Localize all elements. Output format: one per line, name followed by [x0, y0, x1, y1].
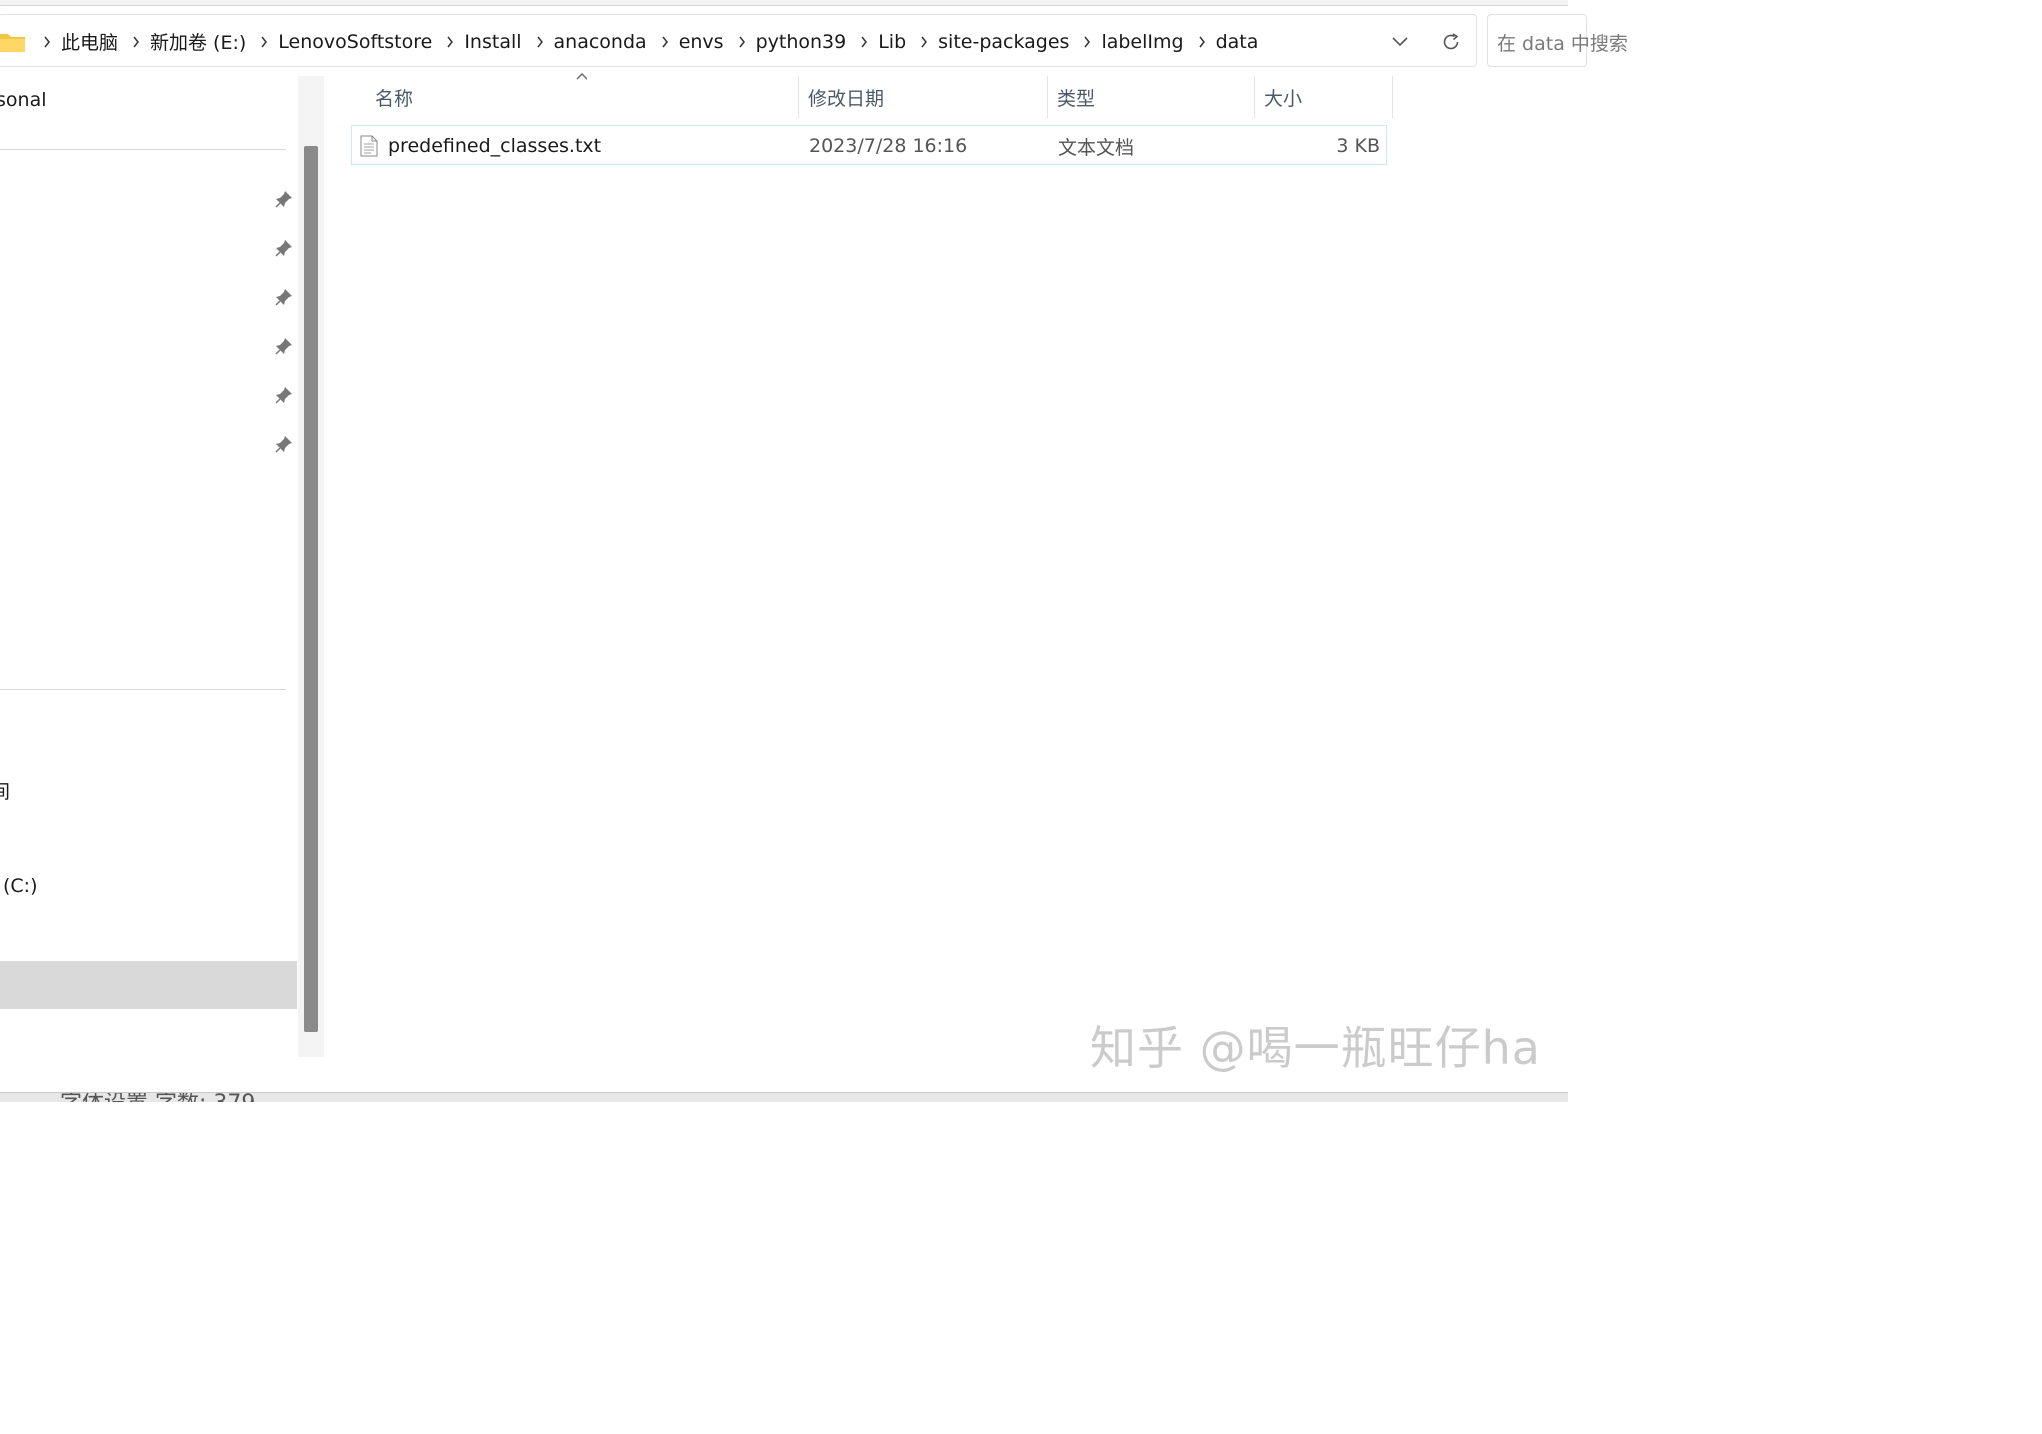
column-header-size[interactable]: 大小 [1264, 76, 1384, 118]
breadcrumb-separator-icon[interactable] [528, 36, 552, 48]
breadcrumb-item[interactable]: Install [462, 31, 523, 53]
breadcrumb-separator-icon[interactable] [730, 36, 754, 48]
breadcrumb-separator-icon[interactable] [35, 36, 59, 48]
file-date: 2023/7/28 16:16 [809, 135, 968, 157]
window-top-edge [0, 0, 1568, 6]
file-name: predefined_classes.txt [388, 135, 602, 157]
breadcrumb-separator-icon[interactable] [124, 36, 148, 48]
pin-icon [275, 436, 292, 453]
refresh-icon [1443, 33, 1459, 50]
breadcrumb-item[interactable]: python39 [754, 31, 849, 53]
chevron-down-icon [1392, 37, 1408, 47]
pin-icon [275, 289, 292, 306]
history-dropdown-button[interactable] [1384, 26, 1416, 58]
nav-item-partial[interactable]: 间 [0, 777, 10, 804]
breadcrumb-separator-icon[interactable] [252, 36, 276, 48]
breadcrumb-separator-icon[interactable] [1075, 36, 1099, 48]
nav-separator [0, 689, 286, 690]
breadcrumb-separator-icon[interactable] [912, 36, 936, 48]
file-type: 文本文档 [1058, 136, 1135, 159]
pin-icon [275, 387, 292, 404]
watermark: 知乎 @喝一瓶旺仔ha [1090, 1021, 1541, 1075]
column-header-date[interactable]: 修改日期 [808, 76, 1043, 118]
breadcrumb-item[interactable]: anaconda [552, 31, 649, 53]
column-header-name-label: 名称 [375, 87, 414, 110]
search-box[interactable]: 在 data 中搜索 [1487, 14, 1628, 67]
breadcrumb-separator-icon[interactable] [1190, 36, 1214, 48]
nav-item-partial-top[interactable]: sonal [0, 89, 47, 111]
breadcrumb-item[interactable]: LenovoSoftstore [276, 31, 434, 53]
folder-icon [0, 34, 25, 52]
file-row[interactable]: predefined_classes.txt 2023/7/28 16:16 文… [351, 125, 1387, 165]
breadcrumb-separator-icon[interactable] [653, 36, 677, 48]
breadcrumb-separator-icon[interactable] [852, 36, 876, 48]
nav-item-selected[interactable] [0, 961, 297, 1009]
column-header-type[interactable]: 类型 [1057, 76, 1247, 118]
breadcrumb-item[interactable]: site-packages [936, 31, 1071, 53]
breadcrumb-item[interactable]: 新加卷 (E:) [148, 28, 248, 55]
column-divider[interactable] [798, 76, 799, 118]
breadcrumb-item[interactable]: envs [677, 31, 726, 53]
column-header-name[interactable]: 名称 [375, 76, 795, 118]
breadcrumb-item[interactable]: Lib [876, 31, 908, 53]
refresh-button[interactable] [1435, 26, 1467, 58]
column-header-type-label: 类型 [1057, 87, 1096, 110]
status-text-partial: 字体设置 字数: 379 [60, 1093, 255, 1102]
breadcrumb-item[interactable]: labelImg [1099, 31, 1185, 53]
pin-icon [275, 240, 292, 257]
pin-icon [275, 191, 292, 208]
breadcrumb-item[interactable]: data [1214, 31, 1261, 53]
column-header-size-label: 大小 [1264, 87, 1303, 110]
search-placeholder: 在 data 中搜索 [1497, 33, 1628, 55]
bottom-status-strip: 字体设置 字数: 379 [0, 1092, 1568, 1102]
breadcrumb-separator-icon[interactable] [438, 36, 462, 48]
nav-item-drive-c[interactable]: (C:) [3, 875, 38, 897]
nav-scrollbar-thumb[interactable] [304, 146, 318, 1032]
nav-separator [0, 149, 286, 150]
navigation-pane: sonal 间 (C:) [0, 76, 298, 1076]
text-file-icon [360, 135, 378, 157]
breadcrumb-item[interactable]: 此电脑 [59, 28, 120, 55]
column-divider[interactable] [1047, 76, 1048, 118]
column-divider[interactable] [1254, 76, 1255, 118]
column-divider[interactable] [1392, 76, 1393, 118]
pin-icon [275, 338, 292, 355]
address-bar[interactable]: 此电脑 新加卷 (E:) LenovoSoftstore Install anacond… [0, 14, 1477, 67]
breadcrumb: 此电脑 新加卷 (E:) LenovoSoftstore Install anacond… [35, 15, 1264, 68]
column-header-date-label: 修改日期 [808, 87, 885, 110]
file-size: 3 KB [1336, 135, 1380, 157]
